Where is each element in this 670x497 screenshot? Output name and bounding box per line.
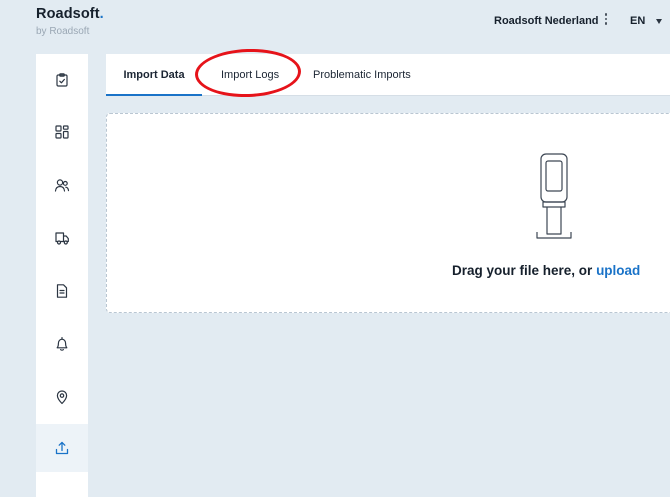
import-tabs: Import Data Import Logs Problematic Impo… xyxy=(106,54,670,96)
document-icon xyxy=(56,284,68,298)
sidebar-item-dashboard[interactable] xyxy=(36,108,88,156)
tab-problematic-imports[interactable]: Problematic Imports xyxy=(313,54,411,95)
truck-icon xyxy=(55,232,69,245)
users-icon xyxy=(54,179,70,192)
brand-dot: . xyxy=(99,6,104,22)
sidebar xyxy=(36,54,88,497)
upload-link[interactable]: upload xyxy=(596,263,640,278)
sidebar-item-tasks[interactable] xyxy=(36,56,88,104)
sidebar-item-documents[interactable] xyxy=(36,267,88,315)
dropzone-text: Drag your file here, or upload xyxy=(452,263,641,278)
sidebar-item-notifications[interactable] xyxy=(36,320,88,368)
brand: Roadsoft. by Roadsoft xyxy=(36,6,104,37)
sidebar-item-locations[interactable] xyxy=(36,373,88,421)
chevron-down-icon[interactable] xyxy=(656,19,662,24)
tab-import-data[interactable]: Import Data xyxy=(106,54,202,96)
sidebar-item-vehicles[interactable] xyxy=(36,214,88,262)
bell-icon xyxy=(56,337,68,351)
organization-name[interactable]: Roadsoft Nederland xyxy=(494,15,599,27)
brand-subtitle: by Roadsoft xyxy=(36,26,90,37)
sidebar-item-users[interactable] xyxy=(36,161,88,209)
file-dropzone[interactable]: Drag your file here, or upload xyxy=(106,113,670,313)
tab-import-logs[interactable]: Import Logs xyxy=(221,54,279,95)
clipboard-check-icon xyxy=(56,73,68,87)
more-options-icon[interactable] xyxy=(603,13,609,27)
dashboard-grid-icon xyxy=(55,125,69,139)
language-selector[interactable]: EN xyxy=(630,15,645,27)
file-scanner-icon xyxy=(536,153,572,239)
location-pin-icon xyxy=(56,390,68,405)
upload-icon xyxy=(55,441,69,455)
brand-name[interactable]: Roadsoft. xyxy=(36,6,104,22)
sidebar-item-import[interactable] xyxy=(36,424,88,472)
